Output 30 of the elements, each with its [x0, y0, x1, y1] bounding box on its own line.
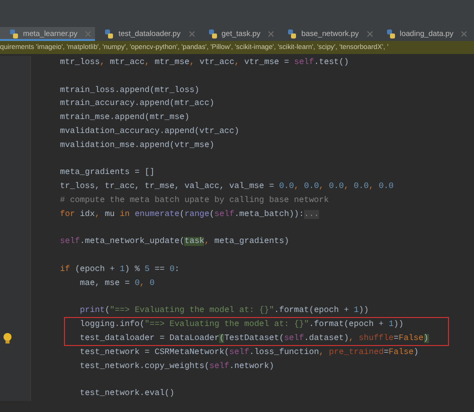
- close-icon[interactable]: [461, 31, 468, 37]
- code-line: self.meta_network_update(task, meta_gradients): [60, 236, 290, 248]
- code-line: print("==> Evaluating the model at: {}".format(epoch + 1)): [78, 305, 370, 318]
- code-line: tr_loss, tr_acc, tr_mse, val_acc, val_mse = 0.0, 0.0, 0.0, 0.0, 0.0: [60, 181, 395, 194]
- code-line: mae, mse = 0, 0: [78, 278, 156, 290]
- close-icon[interactable]: [366, 31, 373, 37]
- code-line: logging.info("==> Evaluating the model at: {}".format(epoch + 1)): [78, 319, 405, 332]
- code-line: mtr_loss, mtr_acc, mtr_mse, vtr_acc, vtr_mse = self.test(): [60, 57, 350, 69]
- code-line: mvalidation_accuracy.append(vtr_acc): [60, 126, 240, 138]
- code-line: for idx, mu in enumerate(range(self.meta_batch)):...: [60, 208, 320, 221]
- code-line: test_network = CSRMetaNetwork(self.loss_function, pre_trained=False): [78, 346, 420, 359]
- close-icon[interactable]: [268, 31, 274, 37]
- python-file-icon: [104, 29, 114, 39]
- python-file-icon: [386, 29, 396, 39]
- code-line: mtrain_mse.append(mtr_mse): [60, 112, 190, 124]
- code-line: # compute the meta batch upate by calling base network: [60, 194, 330, 207]
- close-icon[interactable]: [85, 31, 92, 37]
- code-line: mvalidation_mse.append(vtr_mse): [60, 140, 216, 152]
- code-line: if (epoch + 1) % 5 == 0:: [60, 264, 181, 276]
- python-file-icon: [208, 29, 218, 39]
- code-line: test_network.copy_weights(self.network): [78, 360, 276, 373]
- code-line: mtrain_accuracy.append(mtr_acc): [60, 98, 216, 110]
- python-file-icon: [287, 29, 298, 39]
- close-icon[interactable]: [188, 31, 195, 37]
- code-line: meta_gradients = []: [60, 167, 156, 180]
- code-line: test_dataloader = DataLoader(TestDataset(self.dataset), shuffle=False): [78, 332, 430, 345]
- code-line: mtrain_loss.append(mtr_loss): [60, 84, 200, 97]
- code-line: test_network.eval(): [78, 388, 176, 400]
- python-file-icon: [9, 29, 19, 39]
- lightbulb-icon[interactable]: [3, 333, 12, 344]
